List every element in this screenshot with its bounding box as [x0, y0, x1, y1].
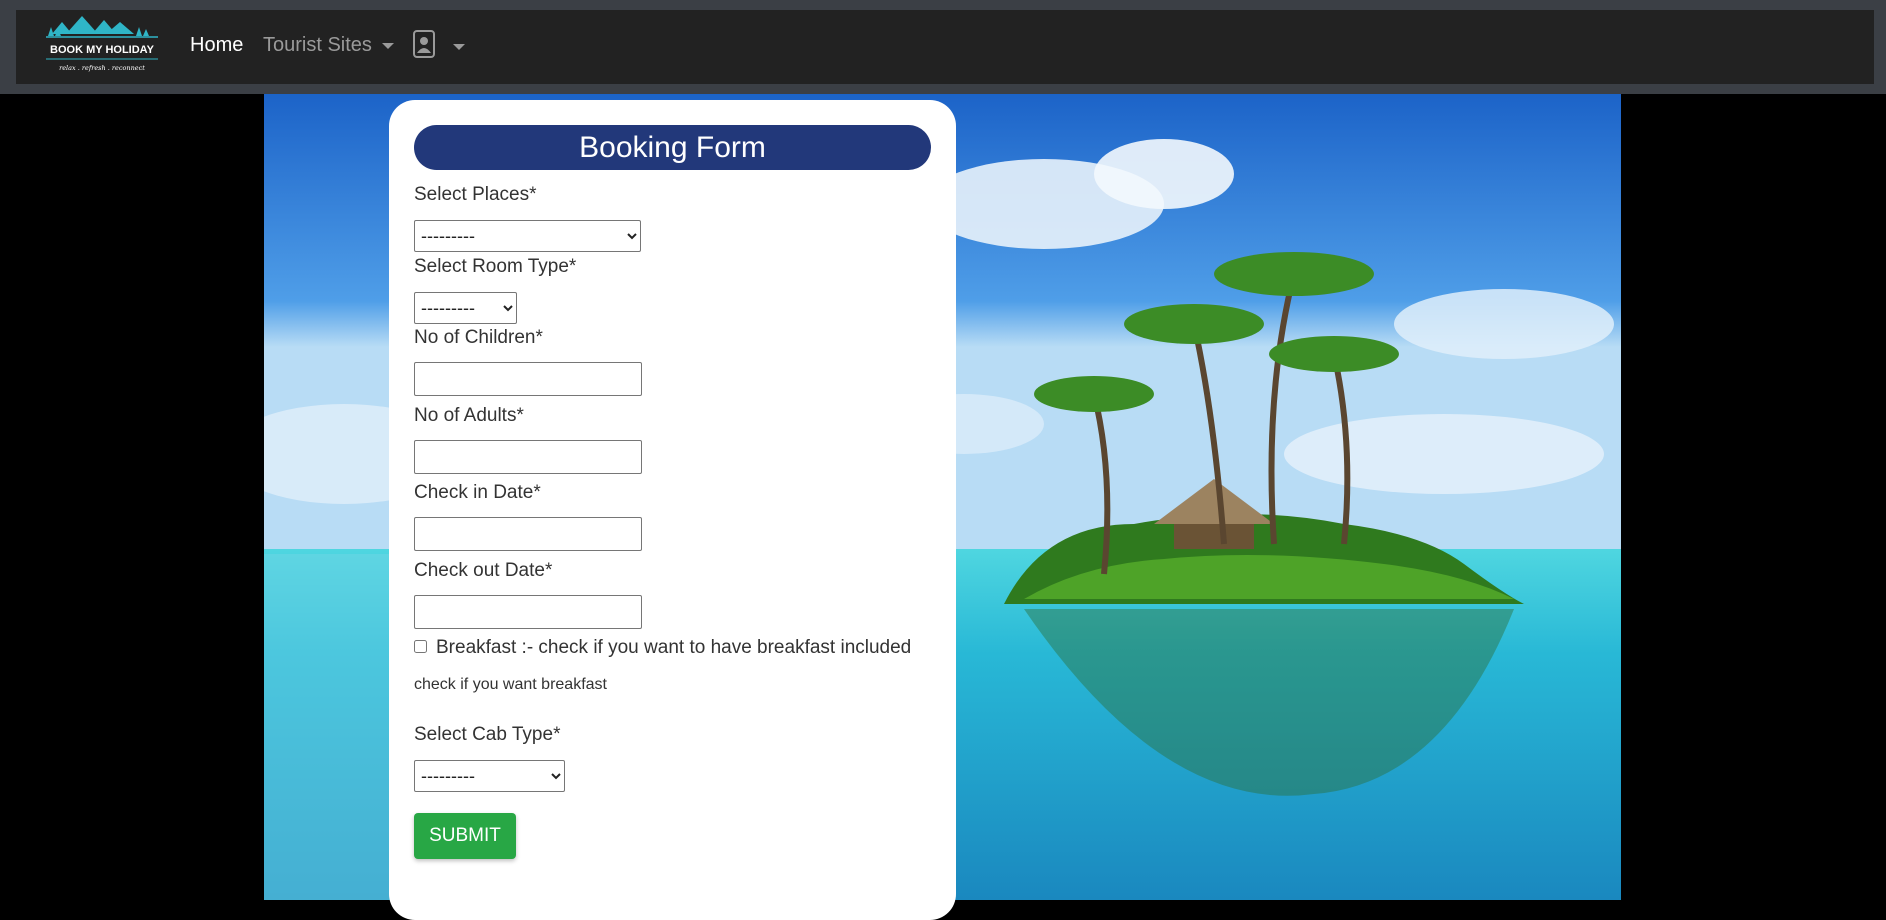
- room-type-label: Select Room Type*: [414, 256, 577, 277]
- nav-tourist-sites-dropdown[interactable]: Tourist Sites: [263, 34, 394, 57]
- check-in-label: Check in Date*: [414, 482, 541, 503]
- check-out-date-input[interactable]: [414, 595, 642, 629]
- children-input[interactable]: [414, 362, 642, 396]
- cab-type-label: Select Cab Type*: [414, 724, 561, 745]
- chevron-down-icon: [453, 43, 465, 50]
- adults-label: No of Adults*: [414, 405, 524, 426]
- breakfast-help-text: check if you want breakfast: [414, 676, 607, 693]
- places-select[interactable]: ---------: [414, 220, 641, 252]
- brand-logo[interactable]: BOOK MY HOLIDAY relax . refresh . reconn…: [38, 10, 166, 84]
- breakfast-label: Breakfast :- check if you want to have b…: [436, 637, 912, 658]
- check-in-date-input[interactable]: [414, 517, 642, 551]
- nav-home-link[interactable]: Home: [190, 34, 243, 57]
- logo-title: BOOK MY HOLIDAY: [50, 44, 155, 56]
- user-menu-dropdown[interactable]: [413, 30, 465, 63]
- places-label: Select Places*: [414, 184, 537, 205]
- booking-form-card: Booking Form Select Places* --------- Se…: [389, 100, 956, 920]
- room-type-select[interactable]: ---------: [414, 292, 517, 324]
- breakfast-checkbox[interactable]: [414, 640, 427, 653]
- adults-input[interactable]: [414, 440, 642, 474]
- children-label: No of Children*: [414, 327, 543, 348]
- form-title: Booking Form: [414, 125, 931, 170]
- submit-button[interactable]: SUBMIT: [414, 813, 516, 859]
- user-icon: [413, 30, 435, 63]
- chevron-down-icon: [381, 42, 394, 49]
- navbar: BOOK MY HOLIDAY relax . refresh . reconn…: [16, 10, 1874, 84]
- cab-type-select[interactable]: ---------: [414, 760, 565, 792]
- nav-tourist-sites-label: Tourist Sites: [263, 34, 372, 56]
- logo-tagline: relax . refresh . reconnect: [59, 64, 145, 72]
- check-out-label: Check out Date*: [414, 560, 553, 581]
